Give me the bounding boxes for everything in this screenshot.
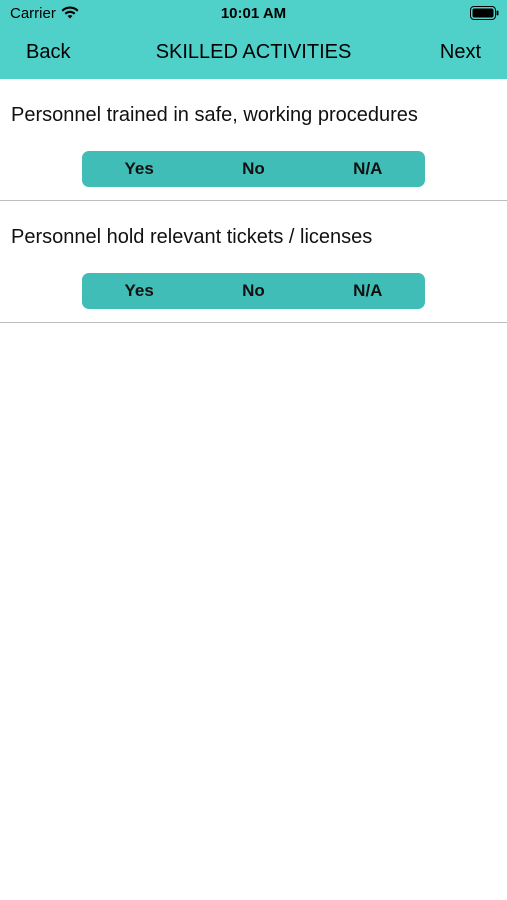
answer-na-button[interactable]: N/A [311, 273, 425, 309]
question-text: Personnel hold relevant tickets / licens… [11, 226, 373, 248]
back-button[interactable]: Back [26, 41, 70, 64]
row-divider [0, 322, 507, 323]
answer-no-button[interactable]: No [196, 273, 310, 309]
answer-yes-button[interactable]: Yes [82, 151, 196, 187]
answer-na-button[interactable]: N/A [311, 151, 425, 187]
next-button[interactable]: Next [440, 41, 481, 64]
page-title: SKILLED ACTIVITIES [155, 41, 352, 63]
answer-segmented-control: Yes No N/A [82, 151, 425, 187]
answer-no-button[interactable]: No [196, 151, 310, 187]
answer-yes-button[interactable]: Yes [82, 273, 196, 309]
question-text: Personnel trained in safe, working proce… [11, 104, 418, 126]
battery-icon [470, 6, 499, 20]
status-bar: Carrier 10:01 AM [0, 0, 507, 28]
nav-bar: Back SKILLED ACTIVITIES Next [0, 28, 507, 79]
question-row: Personnel hold relevant tickets / licens… [0, 201, 507, 323]
status-time: 10:01 AM [220, 5, 287, 22]
question-row: Personnel trained in safe, working proce… [0, 79, 507, 201]
answer-segmented-control: Yes No N/A [82, 273, 425, 309]
header: Carrier 10:01 AM Back SKILLED ACTIVITIES… [0, 0, 507, 79]
